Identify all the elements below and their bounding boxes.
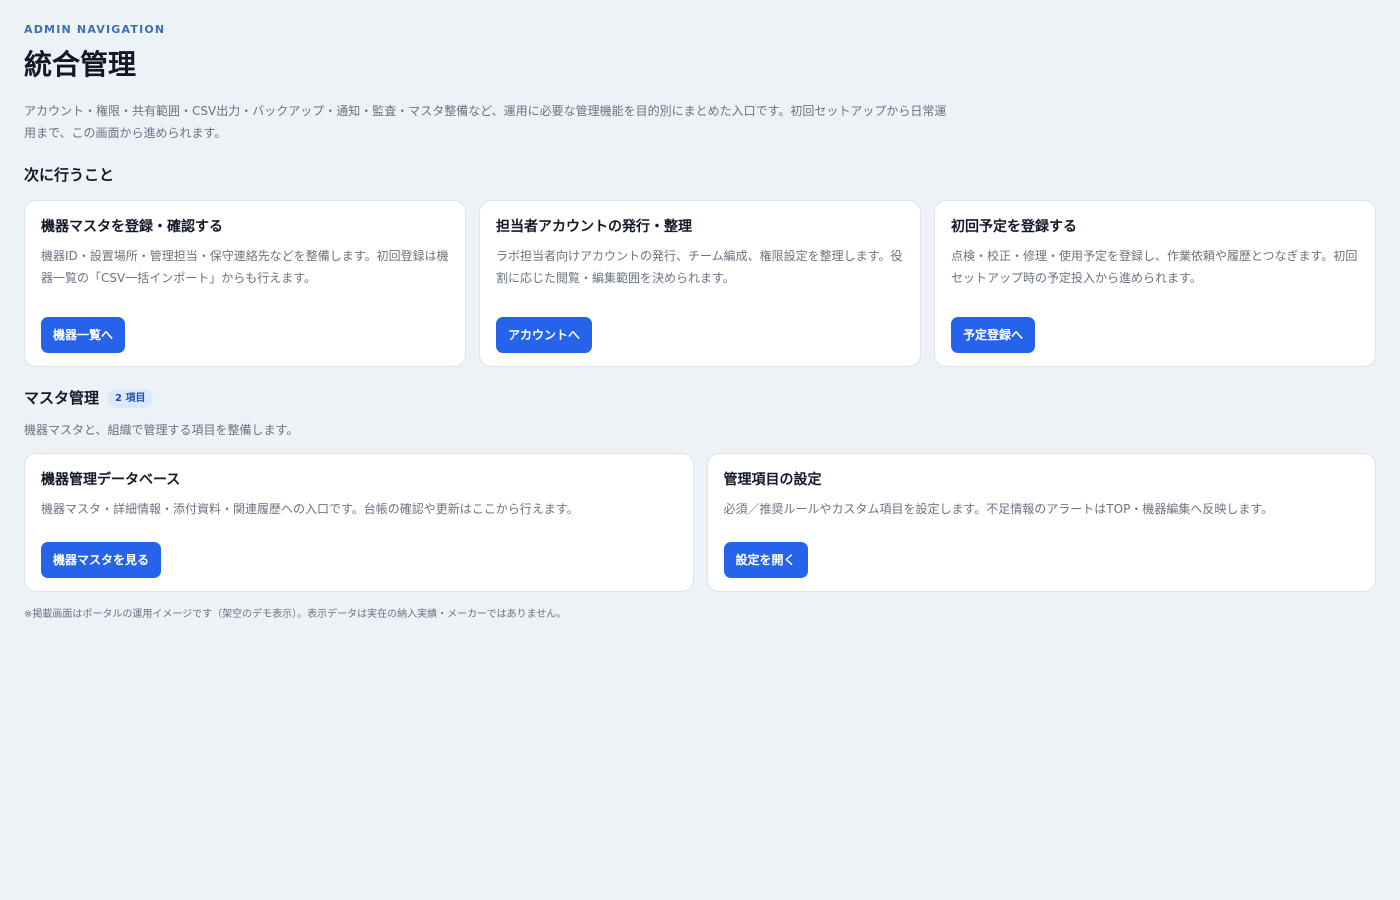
master-grid: 機器管理データベース 機器マスタ・詳細情報・添付資料・関連履歴への入口です。台帳… (24, 453, 1376, 592)
eyebrow-label: ADMIN NAVIGATION (24, 23, 166, 36)
card-description: 機器マスタ・詳細情報・添付資料・関連履歴への入口です。台帳の確認や更新はここから… (41, 502, 579, 516)
page-intro: アカウント・権限・共有範囲・CSV出力・バックアップ・通知・監査・マスタ整備など… (24, 104, 947, 140)
card-description: 必須／推奨ルールやカスタム項目を設定します。不足情報のアラートはTOP・機器編集… (723, 502, 1274, 516)
master-description: 機器マスタと、組織で管理する項目を整備します。 (24, 423, 299, 437)
card-field-settings: 管理項目の設定 必須／推奨ルールやカスタム項目を設定します。不足情報のアラートは… (706, 453, 1376, 592)
card-title: 機器マスタを登録・確認する (41, 219, 223, 235)
schedule-register-button[interactable]: 予定登録へ (951, 317, 1036, 353)
card-description: ラボ担当者向けアカウントの発行、チーム編成、権限設定を整理します。役割に応じた閲… (496, 249, 903, 285)
card-description: 点検・校正・修理・使用予定を登録し、作業依頼や履歴とつなぎます。初回セットアップ… (951, 249, 1358, 285)
card-initial-schedule: 初回予定を登録する 点検・校正・修理・使用予定を登録し、作業依頼や履歴とつなぎま… (934, 200, 1376, 367)
next-steps-grid: 機器マスタを登録・確認する 機器ID・設置場所・管理担当・保守連絡先などを整備し… (24, 200, 1376, 367)
equipment-list-button[interactable]: 機器一覧へ (41, 317, 126, 353)
card-description: 機器ID・設置場所・管理担当・保守連絡先などを整備します。初回登録は機器一覧の「… (41, 249, 449, 285)
card-title: 初回予定を登録する (951, 219, 1077, 235)
card-equipment-database: 機器管理データベース 機器マスタ・詳細情報・添付資料・関連履歴への入口です。台帳… (24, 453, 694, 592)
footnote: ※掲載画面はポータルの運用イメージです（架空のデモ表示）。表示データは実在の納入… (24, 609, 567, 620)
item-count-badge: 2 項目 (107, 388, 154, 408)
master-title: マスタ管理 (24, 389, 100, 407)
next-steps-title: 次に行うこと (24, 166, 115, 184)
card-accounts: 担当者アカウントの発行・整理 ラボ担当者向けアカウントの発行、チーム編成、権限設… (479, 200, 921, 367)
card-title: 担当者アカウントの発行・整理 (496, 219, 692, 235)
admin-page: ADMIN NAVIGATION 統合管理 アカウント・権限・共有範囲・CSV出… (0, 0, 1400, 622)
card-register-equipment: 機器マスタを登録・確認する 機器ID・設置場所・管理担当・保守連絡先などを整備し… (24, 200, 466, 367)
open-settings-button[interactable]: 設定を開く (723, 542, 808, 578)
view-equipment-master-button[interactable]: 機器マスタを見る (41, 542, 162, 578)
card-title: 管理項目の設定 (723, 472, 822, 488)
card-title: 機器管理データベース (41, 472, 181, 488)
page-title: 統合管理 (24, 48, 137, 81)
master-heading: マスタ管理 2 項目 (24, 387, 1376, 409)
accounts-button[interactable]: アカウントへ (496, 317, 593, 353)
next-steps-heading: 次に行うこと (24, 164, 1376, 186)
